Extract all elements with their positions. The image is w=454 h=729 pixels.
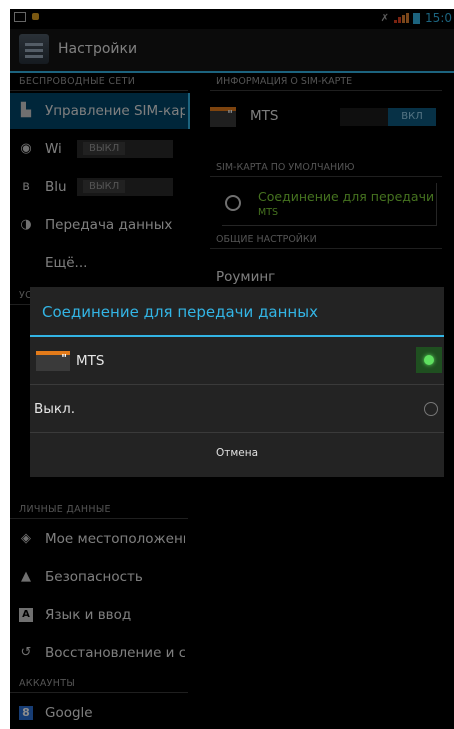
dialog-title: Соединение для передачи данных <box>42 303 318 321</box>
radio-unselected[interactable] <box>424 402 438 416</box>
data-connection-dialog: Соединение для передачи данных MTS Выкл.… <box>30 287 444 477</box>
radio-selected[interactable] <box>416 347 442 373</box>
screen: ✗ 15:0 Настройки БЕСПРОВОДНЫЕ СЕТИ ▙ Упр… <box>10 9 454 729</box>
option-label: MTS <box>76 353 105 369</box>
cancel-button[interactable]: Отмена <box>30 433 444 473</box>
dialog-option-off[interactable]: Выкл. <box>30 385 444 433</box>
dialog-option-mts[interactable]: MTS <box>30 337 444 385</box>
option-label: Выкл. <box>34 401 75 417</box>
sim-card-icon <box>36 351 70 371</box>
